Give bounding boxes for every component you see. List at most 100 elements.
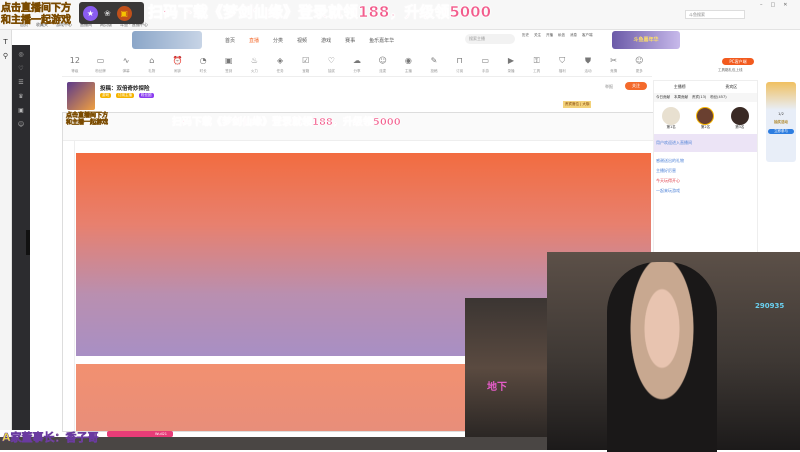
chat-tab[interactable]: 今日贡献 [656, 95, 670, 100]
side-banner-button[interactable]: 立即参与 [768, 129, 794, 134]
notice-button[interactable]: 消息 [570, 33, 577, 38]
feature-toolbar: 12 等级 ▭ 粉丝牌 ∿ 弹幕 ⌂ 礼物 ⏰ 闹钟 ◔ 时长 ▣ 签到 ♨ 火力 ◈ 任务 ☑ 宝… [62, 55, 652, 77]
notice-tag[interactable]: Wuli21 [107, 431, 173, 437]
follow-button[interactable]: 关注 [534, 33, 541, 38]
toolbar-item[interactable]: ☺ 连麦 [370, 56, 396, 76]
nav-item[interactable]: 游戏 [321, 37, 331, 44]
chat-message: 感谢送出的礼物 [656, 158, 684, 163]
rank-tab[interactable]: 贵宾区 [725, 84, 737, 90]
search-tool-icon[interactable]: ⚲ [0, 52, 11, 60]
contributor[interactable]: 第3名 [730, 107, 749, 130]
promo-overlay-echo: 扫码下载《梦剑仙缘》登录就领188，升级领5000 [172, 117, 401, 129]
rank-tab[interactable]: 主播榜 [674, 84, 686, 90]
stream-title: 投稿：双倍奇妙探险 [100, 86, 150, 92]
streamer-avatar[interactable] [67, 82, 95, 110]
toolbar-item[interactable]: ☁ 分享 [344, 56, 370, 76]
toolbar-item[interactable]: ◉ 主播 [396, 56, 422, 76]
client-button[interactable]: 客户端 [582, 33, 593, 38]
maximize-icon[interactable]: □ [771, 2, 776, 8]
nav-item[interactable]: 直播 [249, 37, 259, 44]
toolbar-item[interactable]: ⏰ 闹钟 [165, 56, 191, 76]
window-controls: – □ ✕ [760, 2, 787, 8]
browser-search-placeholder: 斗鱼搜索 [689, 12, 705, 17]
rank-button[interactable]: 贵宾席位 | 大咖 [563, 101, 592, 108]
rank-tabs: 主播榜 贵宾区 [654, 81, 757, 93]
fan-club-badge[interactable]: 粉丝团 [139, 93, 154, 98]
top-left-caption-echo: 点击直播间下方 和主播一起游戏 [66, 112, 109, 126]
star-icon[interactable]: ★ [83, 5, 98, 21]
nav-item[interactable]: 赛事 [345, 37, 355, 44]
toolbar-item[interactable]: ✂ 竞猜 [601, 56, 627, 76]
chat-message: 主播好厉害 [656, 168, 676, 173]
broadcast-button[interactable]: 开播 [546, 33, 553, 38]
level-value: 12 [69, 55, 80, 65]
toolbar-item[interactable]: ✎ 投稿 [421, 56, 447, 76]
streamer-figure [607, 262, 717, 452]
browser-search-input[interactable]: 斗鱼搜索 [685, 10, 745, 19]
left-toolbar: T ⚲ [0, 30, 12, 430]
site-logo[interactable] [132, 31, 202, 49]
nested-gutter [63, 141, 75, 431]
site-search-placeholder: 搜索主播 [469, 36, 485, 41]
chat-message: 用户欢迎进入直播间 [656, 140, 692, 145]
toolbar-item[interactable]: ♡ 抽奖 [319, 56, 345, 76]
toolbar-item[interactable]: ◔ 时长 [190, 56, 216, 76]
header-icons: 历史 关注 开播 私信 消息 客户端 [522, 33, 593, 38]
report-button[interactable]: 举报 [605, 84, 613, 90]
promo-overlay: 扫码下载《梦剑仙缘》登录就领188，升级领5000 [148, 3, 492, 22]
notice-tag-text: Wuli21 [155, 432, 167, 436]
toolbar-item[interactable]: ⚿ 工具 [524, 56, 550, 76]
close-icon[interactable]: ✕ [783, 2, 787, 8]
toolbar-item[interactable]: ⊓ 订阅 [447, 56, 473, 76]
chat-message: 今天玩得开心 [656, 178, 680, 183]
chat-tab[interactable]: 粉丝(457) [710, 95, 726, 100]
toolbar-item[interactable]: ☑ 宝箱 [293, 56, 319, 76]
toolbar-item[interactable]: ▶ 录播 [498, 56, 524, 76]
level-display[interactable]: 12 等级 [62, 56, 88, 76]
toolbar-item[interactable]: ▣ 签到 [216, 56, 242, 76]
chat-highlight: 用户欢迎进入直播间 [654, 134, 757, 152]
subscribe-badge[interactable]: 订阅主播 [116, 93, 134, 98]
nav-item[interactable]: 分类 [273, 37, 283, 44]
gift-popup: ★ ❀ ▣ [79, 2, 144, 24]
category-badge[interactable]: 游戏 [100, 93, 111, 98]
toolbar-item[interactable]: ♨ 火力 [242, 56, 268, 76]
site-nav: 首页 直播 分类 视频 游戏 赛事 鱼乐嘉年华 [225, 37, 408, 44]
contributor[interactable]: 第2名 [696, 107, 715, 130]
toolbar-item[interactable]: ⛉ 福利 [549, 56, 575, 76]
message-button[interactable]: 私信 [558, 33, 565, 38]
side-banner-title: 抽奖活动 [774, 120, 788, 124]
toolbar-item[interactable]: ▭ 粉丝牌 [88, 56, 114, 76]
toolbar-label: 等级 [71, 68, 79, 73]
nav-item[interactable]: 视频 [297, 37, 307, 44]
toolbar-item[interactable]: ∿ 弹幕 [113, 56, 139, 76]
pc-client-button[interactable]: PC客户端 [722, 58, 754, 65]
fire-icon[interactable]: ❀ [104, 9, 111, 18]
chat-message: 一起来玩游戏 [656, 188, 680, 193]
minimize-icon[interactable]: – [760, 2, 763, 8]
webcam-number: 290935 [755, 302, 785, 310]
gift-icon[interactable]: ▣ [116, 5, 132, 21]
contributor[interactable]: 第1名 [662, 107, 681, 130]
chat-tabs: 今日贡献 本周贡献 贵宾(13) 粉丝(457) [654, 93, 757, 102]
side-banner[interactable]: 1/2 抽奖活动 立即参与 [766, 82, 796, 162]
follow-button[interactable]: 关注 [625, 82, 647, 90]
toolbar-item[interactable]: ⛊ 活动 [575, 56, 601, 76]
top-left-caption: 点击直播间下方 和主播一起游戏 [1, 3, 72, 26]
sidebar-icon[interactable]: ◎ ♡ ☰ ♛ ▣ ☺ [12, 51, 30, 128]
toolbar-item[interactable]: ▭ 手游 [473, 56, 499, 76]
history-button[interactable]: 历史 [522, 33, 529, 38]
nav-item[interactable]: 首页 [225, 37, 235, 44]
header-banner[interactable]: 斗鱼嘉年华 [612, 31, 680, 49]
sidebar-handle[interactable] [26, 230, 30, 255]
site-search-input[interactable]: 搜索主播 [465, 34, 515, 44]
toolbar-item[interactable]: ⌂ 礼物 [139, 56, 165, 76]
bottom-caption: A家董事长：香子哥 [2, 431, 99, 444]
chat-tab[interactable]: 本周贡献 [674, 95, 688, 100]
toolbar-item[interactable]: ☺ 更多 [626, 56, 652, 76]
text-tool-icon[interactable]: T [0, 38, 11, 46]
chat-tab[interactable]: 贵宾(13) [692, 95, 706, 100]
nav-item[interactable]: 鱼乐嘉年华 [369, 37, 394, 44]
webcam-sign: 地下 [487, 382, 507, 393]
toolbar-item[interactable]: ◈ 任务 [267, 56, 293, 76]
